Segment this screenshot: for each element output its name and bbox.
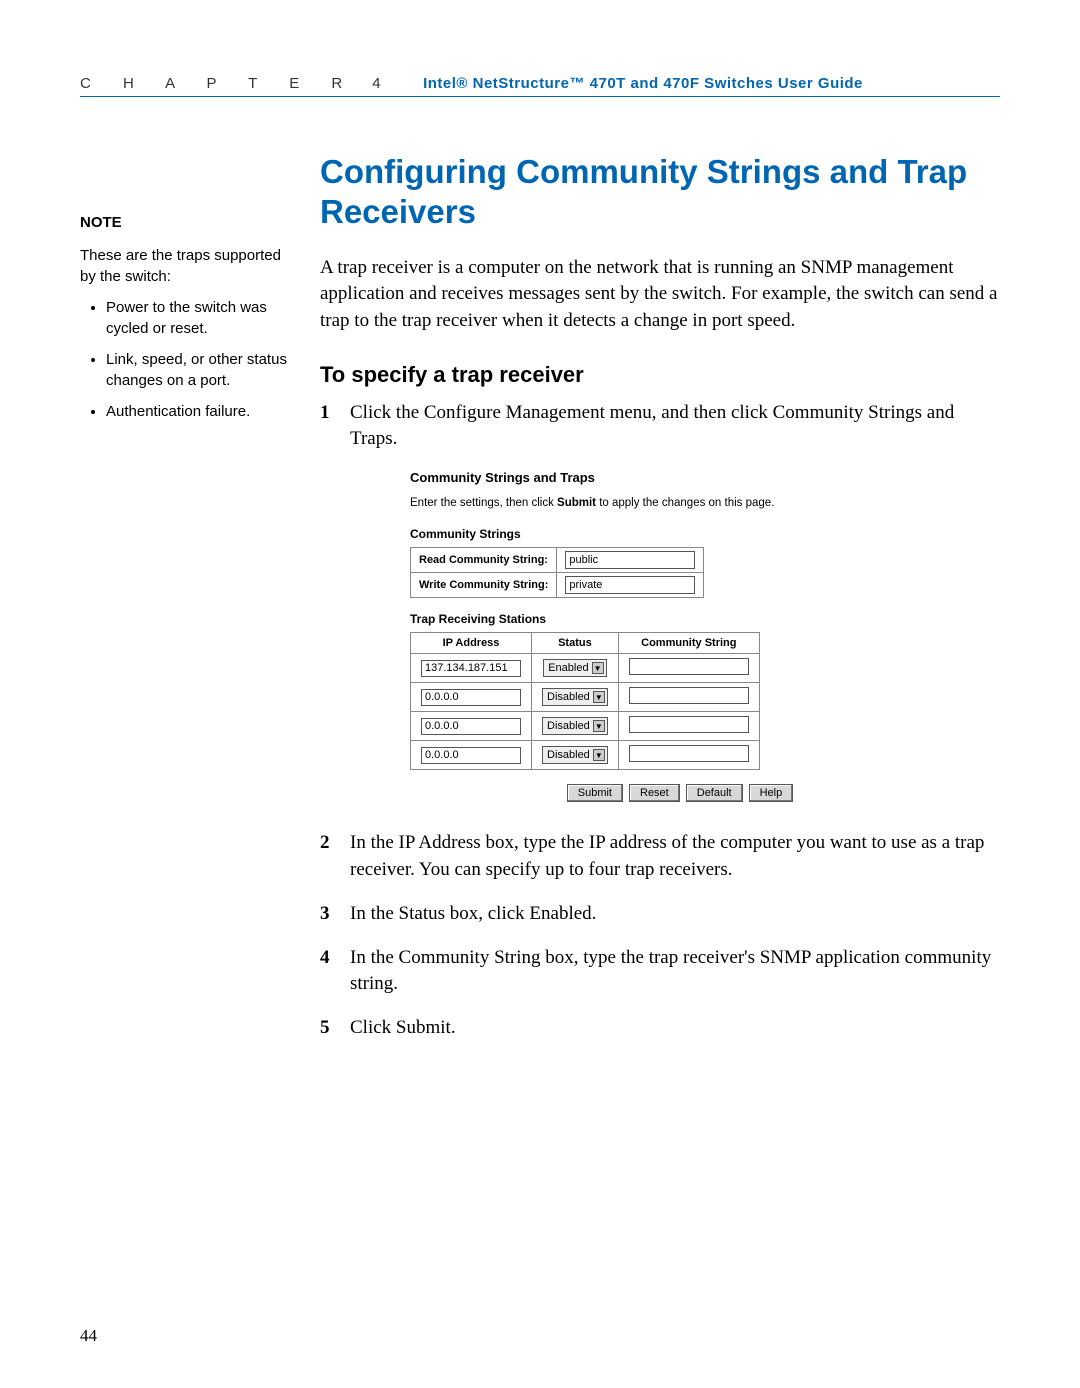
step-text: In the Status box, click Enabled.	[350, 901, 1000, 927]
embedded-screenshot: Community Strings and Traps Enter the se…	[410, 470, 1000, 802]
status-select[interactable]: Disabled▼	[542, 717, 608, 735]
col-ip: IP Address	[411, 633, 532, 654]
col-status: Status	[532, 633, 619, 654]
status-select[interactable]: Disabled▼	[542, 746, 608, 764]
step-text: In the Community String box, type the tr…	[350, 945, 1000, 997]
step-number: 5	[320, 1015, 336, 1041]
trap-stations-heading: Trap Receiving Stations	[410, 612, 870, 626]
write-community-label: Write Community String:	[411, 573, 557, 598]
steps-list-cont: 2 In the IP Address box, type the IP add…	[320, 830, 1000, 1041]
chapter-number: 4	[372, 75, 381, 92]
section-heading: To specify a trap receiver	[320, 362, 1000, 388]
guide-title: Intel® NetStructure™ 470T and 470F Switc…	[423, 75, 863, 92]
status-select[interactable]: Enabled▼	[543, 659, 606, 677]
ip-address-input[interactable]: 0.0.0.0	[421, 747, 521, 764]
note-intro: These are the traps supported by the swi…	[80, 245, 290, 287]
chevron-down-icon: ▼	[593, 691, 605, 703]
status-select[interactable]: Disabled▼	[542, 688, 608, 706]
step-item: 5 Click Submit.	[320, 1015, 1000, 1041]
help-button[interactable]: Help	[749, 784, 794, 802]
page-number: 44	[80, 1326, 97, 1346]
community-string-input[interactable]	[629, 745, 749, 762]
community-strings-table: Read Community String: public Write Comm…	[410, 547, 704, 598]
table-row: Write Community String: private	[411, 573, 704, 598]
intro-paragraph: A trap receiver is a computer on the net…	[320, 255, 1000, 334]
table-row: 137.134.187.151 Enabled▼	[411, 654, 760, 683]
chapter-label: C H A P T E R	[80, 75, 356, 92]
step-item: 2 In the IP Address box, type the IP add…	[320, 830, 1000, 882]
ip-address-input[interactable]: 0.0.0.0	[421, 689, 521, 706]
page-title: Configuring Community Strings and Trap R…	[320, 152, 1000, 231]
step-number: 2	[320, 830, 336, 882]
step-item: 1 Click the Configure Management menu, a…	[320, 400, 1000, 452]
step-item: 3 In the Status box, click Enabled.	[320, 901, 1000, 927]
main-content: Configuring Community Strings and Trap R…	[320, 152, 1000, 1060]
step-text: Click Submit.	[350, 1015, 1000, 1041]
step-number: 1	[320, 400, 336, 452]
chevron-down-icon: ▼	[593, 749, 605, 761]
table-row: Read Community String: public	[411, 548, 704, 573]
note-item: Power to the switch was cycled or reset.	[106, 297, 290, 339]
step-text: Click the Configure Management menu, and…	[350, 400, 1000, 452]
step-number: 4	[320, 945, 336, 997]
sidebar-note: NOTE These are the traps supported by th…	[80, 152, 290, 1060]
note-item: Authentication failure.	[106, 401, 290, 422]
step-number: 3	[320, 901, 336, 927]
table-header-row: IP Address Status Community String	[411, 633, 760, 654]
note-item: Link, speed, or other status changes on …	[106, 349, 290, 391]
trap-stations-table: IP Address Status Community String 137.1…	[410, 632, 760, 770]
steps-list: 1 Click the Configure Management menu, a…	[320, 400, 1000, 452]
ip-address-input[interactable]: 137.134.187.151	[421, 660, 521, 677]
default-button[interactable]: Default	[686, 784, 743, 802]
note-list: Power to the switch was cycled or reset.…	[80, 297, 290, 422]
write-community-input[interactable]: private	[565, 576, 695, 594]
ip-address-input[interactable]: 0.0.0.0	[421, 718, 521, 735]
screenshot-title: Community Strings and Traps	[410, 470, 870, 485]
community-string-input[interactable]	[629, 658, 749, 675]
community-string-input[interactable]	[629, 687, 749, 704]
read-community-label: Read Community String:	[411, 548, 557, 573]
chevron-down-icon: ▼	[592, 662, 604, 674]
table-row: 0.0.0.0 Disabled▼	[411, 741, 760, 770]
step-text: In the IP Address box, type the IP addre…	[350, 830, 1000, 882]
table-row: 0.0.0.0 Disabled▼	[411, 683, 760, 712]
community-string-input[interactable]	[629, 716, 749, 733]
table-row: 0.0.0.0 Disabled▼	[411, 712, 760, 741]
reset-button[interactable]: Reset	[629, 784, 680, 802]
community-strings-heading: Community Strings	[410, 527, 870, 541]
chevron-down-icon: ▼	[593, 720, 605, 732]
button-row: Submit Reset Default Help	[490, 784, 870, 802]
read-community-input[interactable]: public	[565, 551, 695, 569]
note-heading: NOTE	[80, 212, 290, 233]
submit-button[interactable]: Submit	[567, 784, 623, 802]
col-community: Community String	[618, 633, 759, 654]
page-header: C H A P T E R 4 Intel® NetStructure™ 470…	[80, 75, 1000, 97]
step-item: 4 In the Community String box, type the …	[320, 945, 1000, 997]
screenshot-instruction: Enter the settings, then click Submit to…	[410, 497, 870, 509]
